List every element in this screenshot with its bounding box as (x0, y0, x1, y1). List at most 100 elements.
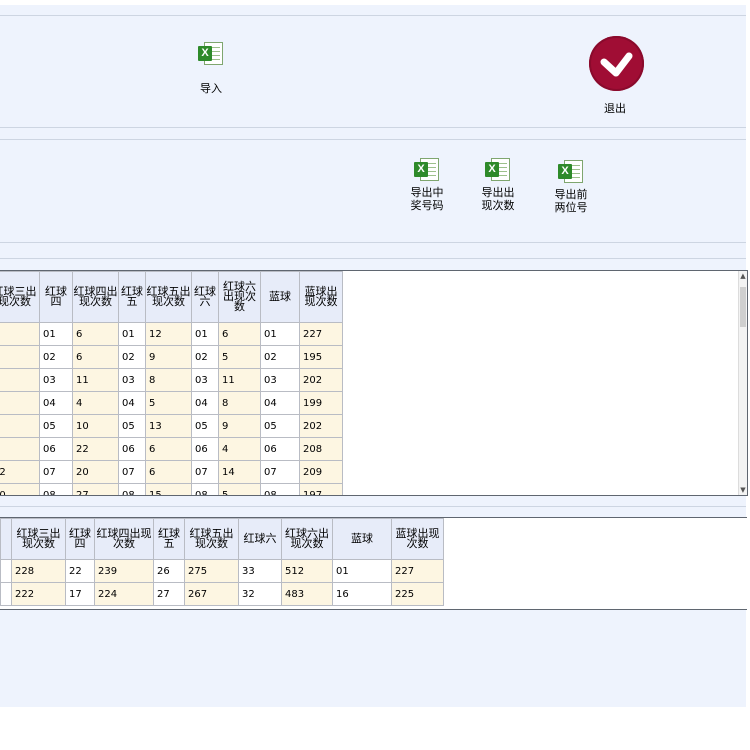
table-row[interactable]: 02 6 02 9 02 5 02 195 (0, 345, 343, 369)
column-header[interactable]: 红球五出现次数 (145, 271, 192, 323)
table-row[interactable]: 104404504804199 (0, 391, 343, 415)
table-cell[interactable]: 197 (299, 483, 343, 495)
table-cell[interactable]: 4 (218, 437, 261, 461)
export-counts-button[interactable]: X 导出出现次数 (475, 157, 521, 212)
table-cell[interactable]: 01 (118, 322, 146, 346)
table-cell[interactable]: 4 (0, 368, 40, 392)
table-cell[interactable]: 0 (0, 322, 40, 346)
column-header[interactable]: 红球五 (153, 518, 185, 560)
column-header[interactable]: 红球四 (65, 518, 95, 560)
table-cell[interactable]: 02 (191, 345, 219, 369)
table-row[interactable]: 80510051305905202 (0, 414, 343, 438)
table-cell[interactable]: 07 (260, 460, 300, 484)
table-cell[interactable]: 202 (299, 368, 343, 392)
import-button[interactable]: X 导入 (193, 41, 229, 95)
table-cell[interactable]: 1 (0, 391, 40, 415)
table-cell[interactable]: 01 (260, 322, 300, 346)
scroll-up-icon[interactable]: ▲ (739, 271, 747, 281)
table-cell[interactable]: 06 (260, 437, 300, 461)
table-cell[interactable]: 07 (191, 460, 219, 484)
table-cell[interactable]: 11 (72, 368, 119, 392)
column-header[interactable]: 红球三出现次数 (0, 271, 40, 323)
column-header[interactable]: 红球六 (238, 518, 282, 560)
table-cell[interactable]: 04 (118, 391, 146, 415)
table-cell[interactable] (0, 582, 12, 606)
table-cell[interactable]: 8 (0, 414, 40, 438)
table-row[interactable]: 100827081508508197 (0, 483, 343, 495)
table-cell[interactable]: 03 (118, 368, 146, 392)
export-winning-button[interactable]: X 导出中奖号码 (404, 157, 450, 212)
table-cell[interactable]: 5 (218, 345, 261, 369)
table-cell[interactable]: 27 (72, 483, 119, 495)
table-cell[interactable]: 275 (184, 559, 239, 583)
table-cell[interactable]: 08 (39, 483, 73, 495)
table-cell[interactable]: 06 (39, 437, 73, 461)
table-cell[interactable]: 195 (299, 345, 343, 369)
table-row[interactable]: 320720076071407209 (0, 460, 343, 484)
table-cell[interactable]: 222 (11, 582, 66, 606)
table-cell[interactable]: 27 (153, 582, 185, 606)
table-cell[interactable]: 08 (191, 483, 219, 495)
column-header[interactable]: 蓝球 (260, 271, 300, 323)
table-cell[interactable]: 483 (281, 582, 333, 606)
table-cell[interactable]: 05 (39, 414, 73, 438)
column-header[interactable]: 红球六出现次数 (281, 518, 333, 560)
column-header[interactable]: 蓝球出现次数 (299, 271, 343, 323)
table-cell[interactable]: 8 (145, 368, 192, 392)
table-cell[interactable]: 03 (39, 368, 73, 392)
table-cell[interactable]: 6 (145, 437, 192, 461)
table-cell[interactable]: 08 (118, 483, 146, 495)
table-cell[interactable]: 227 (391, 559, 444, 583)
table-cell[interactable]: 6 (72, 322, 119, 346)
table-cell[interactable]: 10 (0, 483, 40, 495)
table-cell[interactable]: 01 (191, 322, 219, 346)
column-header[interactable]: 红球五 (118, 271, 146, 323)
table-cell[interactable]: 12 (145, 322, 192, 346)
column-header[interactable]: 红球五出现次数 (184, 518, 239, 560)
column-header[interactable]: 蓝球 (332, 518, 392, 560)
table-cell[interactable]: 11 (218, 368, 261, 392)
table-cell[interactable]: 239 (94, 559, 154, 583)
table-cell[interactable]: 06 (191, 437, 219, 461)
column-header[interactable]: 蓝球出现次数 (391, 518, 444, 560)
table-cell[interactable]: 8 (218, 391, 261, 415)
table-cell[interactable]: 6 (72, 345, 119, 369)
table-cell[interactable]: 4 (72, 391, 119, 415)
table-cell[interactable]: 6 (0, 437, 40, 461)
table-cell[interactable]: 03 (191, 368, 219, 392)
table-cell[interactable]: 13 (145, 414, 192, 438)
table-cell[interactable]: 9 (145, 345, 192, 369)
table-cell[interactable]: 9 (218, 414, 261, 438)
table-cell[interactable]: 227 (299, 322, 343, 346)
table-cell[interactable]: 04 (191, 391, 219, 415)
table-cell[interactable]: 6 (145, 460, 192, 484)
table-cell[interactable]: 04 (260, 391, 300, 415)
column-header[interactable]: 红球三出现次数 (11, 518, 66, 560)
column-header[interactable]: 红球四 (39, 271, 73, 323)
table-cell[interactable]: 5 (145, 391, 192, 415)
table-cell[interactable]: 07 (39, 460, 73, 484)
table-cell[interactable]: 03 (260, 368, 300, 392)
table-cell[interactable]: 202 (299, 414, 343, 438)
table-cell[interactable]: 22 (72, 437, 119, 461)
table-cell[interactable]: 267 (184, 582, 239, 606)
table-cell[interactable]: 02 (118, 345, 146, 369)
table-cell[interactable]: 6 (218, 322, 261, 346)
table-cell[interactable]: 224 (94, 582, 154, 606)
table-row[interactable]: 228 22 239 26 275 33 512 01 227 (0, 559, 444, 583)
table-cell[interactable]: 14 (218, 460, 261, 484)
table-cell[interactable]: 05 (118, 414, 146, 438)
table-cell[interactable]: 32 (0, 460, 40, 484)
vertical-scrollbar[interactable]: ▲ ▼ (738, 271, 747, 495)
table-cell[interactable]: 5 (218, 483, 261, 495)
table-cell[interactable]: 228 (11, 559, 66, 583)
table-cell[interactable]: 20 (72, 460, 119, 484)
table-row[interactable]: 0016011201601227 (0, 322, 343, 346)
table-cell[interactable]: 04 (39, 391, 73, 415)
table-row[interactable]: 6062206606406208 (0, 437, 343, 461)
table-cell[interactable]: 512 (281, 559, 333, 583)
table-cell[interactable]: 225 (391, 582, 444, 606)
table-cell[interactable]: 199 (299, 391, 343, 415)
table-cell[interactable]: 05 (191, 414, 219, 438)
scroll-down-icon[interactable]: ▼ (739, 485, 747, 495)
